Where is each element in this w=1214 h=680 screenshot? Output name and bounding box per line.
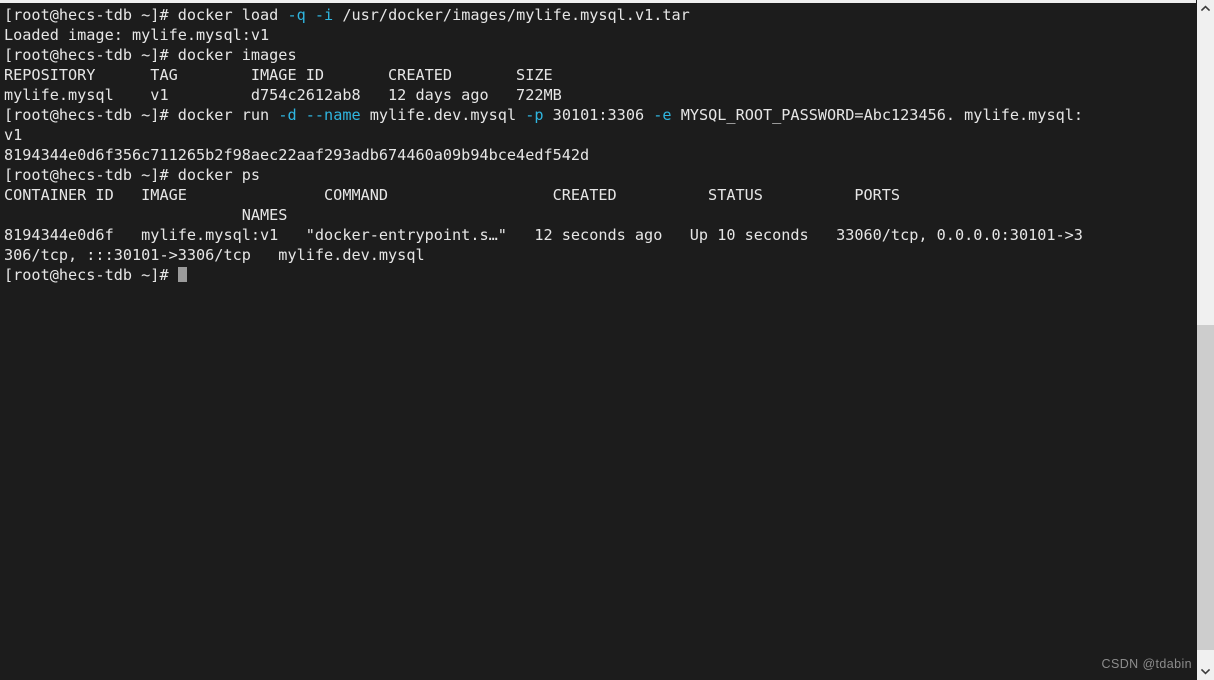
line-9-cmd-docker-ps: [root@hecs-tdb ~]# docker ps [4,165,1196,185]
terminal-text: [root@hecs-tdb ~]# docker ps [4,166,261,184]
line-2-loaded-image: Loaded image: mylife.mysql:v1 [4,25,1196,45]
terminal-text: 8194344e0d6f356c711265b2f98aec22aaf293ad… [4,146,590,164]
csdn-watermark: CSDN @tdabin [1101,657,1192,671]
chevron-up-icon [1201,5,1210,12]
line-6-cmd-docker-run: [root@hecs-tdb ~]# docker run -d --name … [4,105,1196,125]
terminal-text: [root@hecs-tdb ~]# docker load [4,6,288,24]
terminal-text: [root@hecs-tdb ~]# docker run [4,106,279,124]
terminal-text: v1 [4,126,23,144]
line-7-run-wrap: v1 [4,125,1196,145]
scroll-up-button[interactable] [1197,0,1214,17]
terminal-text: [root@hecs-tdb ~]# docker images [4,46,297,64]
terminal-text: 30101:3306 [543,106,654,124]
terminal-text: mylife.dev.mysql [360,106,526,124]
scrollbar-thumb[interactable] [1197,325,1214,650]
terminal-text: MYSQL_ROOT_PASSWORD=Abc123456. mylife.my… [671,106,1084,124]
terminal-text: 8194344e0d6f mylife.mysql:v1 "docker-ent… [4,226,1083,244]
command-flag: -p [525,106,544,124]
command-flag: -q [287,6,306,24]
line-11-ps-header-wrap: NAMES [4,205,1196,225]
line-13-ps-row-wrap: 306/tcp, :::30101->3306/tcp mylife.dev.m… [4,245,1196,265]
terminal-text: mylife.mysql v1 d754c2612ab8 12 days ago… [4,86,562,104]
terminal-text: REPOSITORY TAG IMAGE ID CREATED SIZE [4,66,553,84]
terminal-text: Loaded image: mylife.mysql:v1 [4,26,270,44]
terminal-text: NAMES [4,206,288,224]
command-flag: -d [278,106,297,124]
terminal-text: [root@hecs-tdb ~]# [4,266,178,284]
terminal-text: /usr/docker/images/mylife.mysql.v1.tar [333,6,690,24]
line-3-cmd-docker-images: [root@hecs-tdb ~]# docker images [4,45,1196,65]
scroll-down-button[interactable] [1197,663,1214,680]
line-5-images-row: mylife.mysql v1 d754c2612ab8 12 days ago… [4,85,1196,105]
vertical-scrollbar[interactable] [1196,0,1214,680]
line-4-images-header: REPOSITORY TAG IMAGE ID CREATED SIZE [4,65,1196,85]
line-12-ps-row: 8194344e0d6f mylife.mysql:v1 "docker-ent… [4,225,1196,245]
line-8-container-hash: 8194344e0d6f356c711265b2f98aec22aaf293ad… [4,145,1196,165]
command-flag: --name [305,106,361,124]
terminal-output-area[interactable]: [root@hecs-tdb ~]# docker load -q -i /us… [0,3,1196,680]
line-10-ps-header: CONTAINER ID IMAGE COMMAND CREATED STATU… [4,185,1196,205]
terminal-text: CONTAINER ID IMAGE COMMAND CREATED STATU… [4,186,901,204]
terminal-window: [root@hecs-tdb ~]# docker load -q -i /us… [0,0,1214,680]
chevron-down-icon [1201,668,1210,675]
terminal-cursor [177,267,187,282]
line-14-prompt-cursor: [root@hecs-tdb ~]# [4,265,1196,285]
command-flag: -e [653,106,672,124]
line-1-cmd-docker-load: [root@hecs-tdb ~]# docker load -q -i /us… [4,5,1196,25]
command-flag: -i [314,6,334,24]
terminal-text: 306/tcp, :::30101->3306/tcp mylife.dev.m… [4,246,425,264]
